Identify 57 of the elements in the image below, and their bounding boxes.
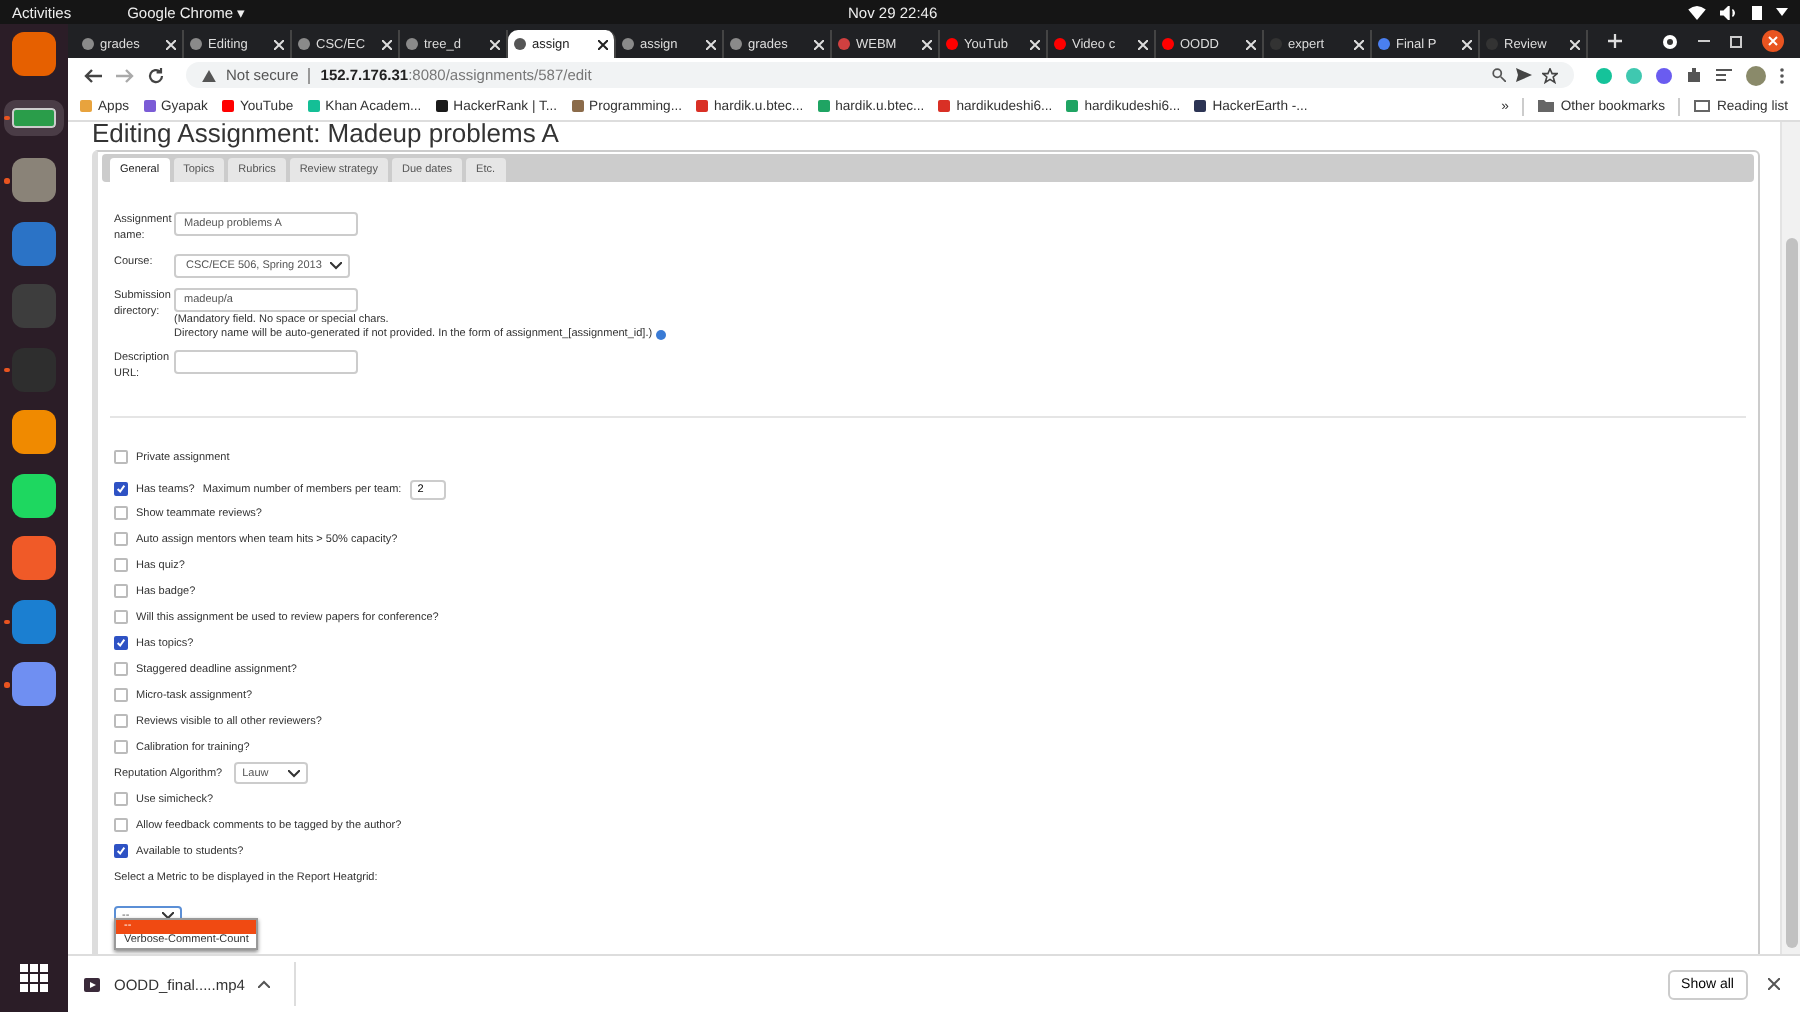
favicon-icon: [1054, 38, 1066, 50]
zoom-icon[interactable]: [1492, 68, 1506, 82]
back-icon[interactable]: [84, 67, 102, 83]
reading-list-icon: [1694, 100, 1711, 112]
checkbox[interactable]: [114, 610, 128, 624]
favicon-icon: [298, 38, 310, 50]
info-icon[interactable]: [656, 329, 667, 339]
scrollbar-thumb[interactable]: [1785, 238, 1797, 948]
minimize-icon[interactable]: [1698, 39, 1710, 43]
favicon-icon: [838, 38, 850, 50]
checkbox[interactable]: [114, 506, 128, 520]
favicon-icon: [190, 38, 202, 50]
text-field[interactable]: [174, 350, 358, 374]
favicon-icon: [406, 38, 418, 50]
close-icon[interactable]: [598, 39, 608, 49]
close-icon[interactable]: [1768, 978, 1780, 990]
page-title: Editing Assignment: Madeup problems A: [92, 122, 561, 146]
favicon-icon: [622, 38, 634, 50]
checkbox[interactable]: [114, 714, 128, 728]
checkbox[interactable]: [114, 818, 128, 832]
checkbox[interactable]: [114, 740, 128, 754]
avatar-icon[interactable]: [1746, 65, 1766, 85]
checkbox[interactable]: [114, 662, 128, 676]
checkbox[interactable]: [114, 844, 128, 858]
caret-icon: [330, 262, 342, 270]
favicon-icon: [946, 38, 958, 50]
favicon-icon: [730, 38, 742, 50]
record-icon[interactable]: [1662, 33, 1678, 49]
checkbox[interactable]: [114, 450, 128, 464]
favicon-icon: [82, 38, 94, 50]
checkbox[interactable]: [114, 688, 128, 702]
chevron-icon[interactable]: [258, 980, 271, 988]
caret-icon: [162, 912, 174, 920]
favicon-icon: [1162, 38, 1174, 50]
star-icon[interactable]: [1542, 67, 1558, 83]
battery-icon[interactable]: [1752, 4, 1762, 20]
checkbox[interactable]: [114, 584, 128, 598]
favicon-icon: [1378, 38, 1390, 50]
reload-icon[interactable]: [148, 67, 164, 83]
favicon-icon: [514, 38, 526, 50]
checkbox[interactable]: [114, 558, 128, 572]
app-grid-icon[interactable]: [20, 964, 48, 992]
checkbox[interactable]: [114, 532, 128, 546]
caret-icon[interactable]: [1776, 8, 1788, 16]
wifi-icon[interactable]: [1688, 5, 1706, 19]
warning-icon: [202, 69, 216, 81]
restore-icon[interactable]: [1730, 35, 1742, 47]
close-icon[interactable]: [1762, 30, 1784, 52]
checkbox[interactable]: [114, 792, 128, 806]
volume-icon[interactable]: [1720, 5, 1738, 19]
video-file-icon: [84, 977, 100, 991]
checkbox[interactable]: [114, 482, 128, 496]
caret-icon: [288, 769, 301, 777]
checkbox[interactable]: [114, 636, 128, 650]
new-tab-icon[interactable]: [1608, 34, 1622, 48]
send-icon[interactable]: [1516, 68, 1532, 82]
folder-icon: [1538, 100, 1555, 112]
